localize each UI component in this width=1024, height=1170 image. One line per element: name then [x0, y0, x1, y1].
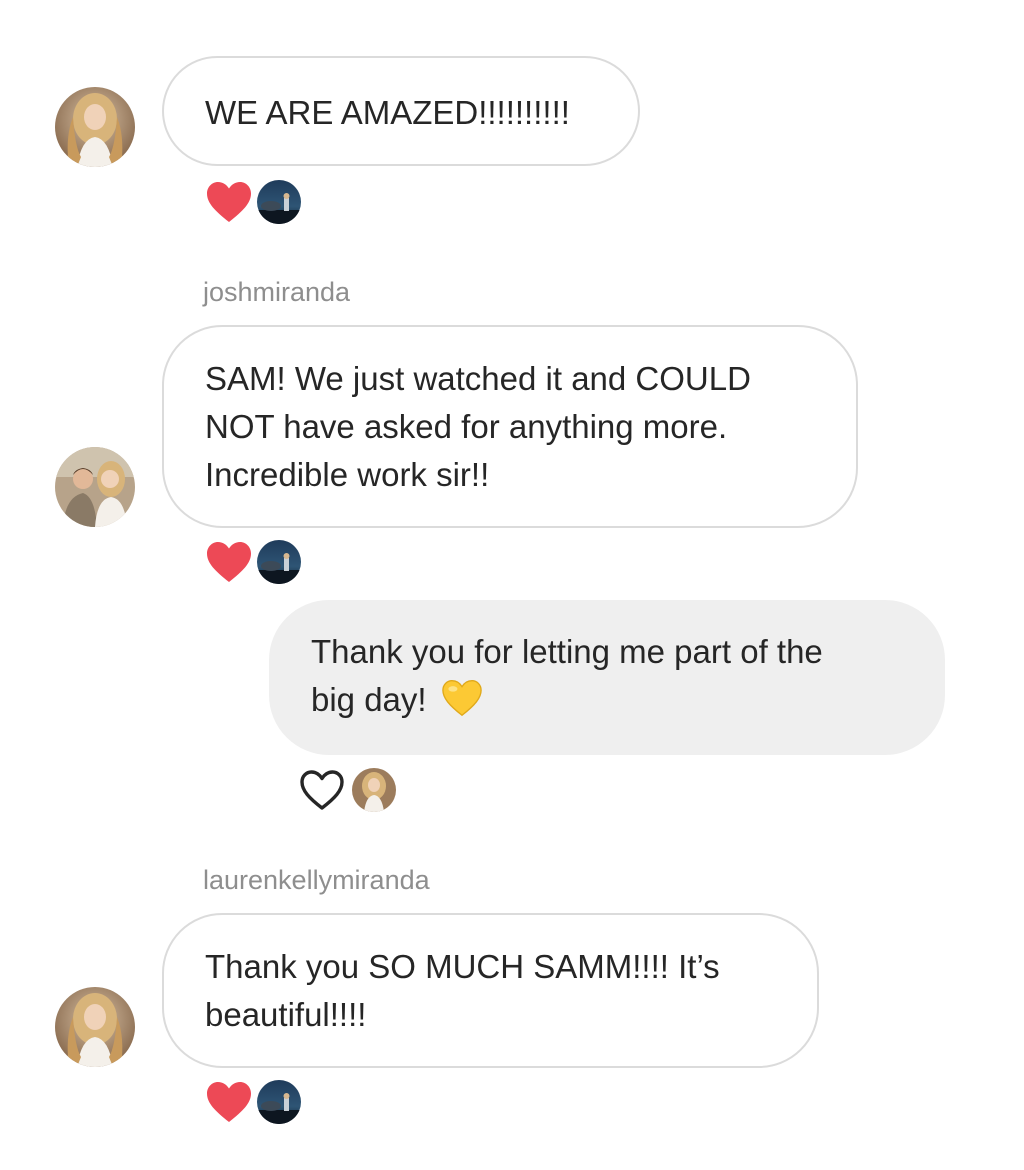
heart-filled-icon: [207, 182, 251, 222]
message-bubble[interactable]: SAM! We just watched it and COULD NOT ha…: [162, 325, 858, 528]
reactor-avatar: [257, 540, 301, 584]
message-reactions[interactable]: [205, 538, 305, 586]
sender-avatar-couple[interactable]: [55, 447, 135, 527]
heart-outline-icon: [300, 770, 344, 810]
message-text-line: NOT have asked for anything more.: [205, 408, 728, 445]
message-text-line: Thank you for letting me part of the: [311, 633, 823, 670]
message-text-line: SAM! We just watched it and COULD: [205, 360, 751, 397]
reactor-avatar: [352, 768, 396, 812]
message-text-line: big day!: [311, 676, 945, 724]
heart-filled-icon: [207, 542, 251, 582]
message-reactions[interactable]: [205, 1078, 305, 1126]
message-text-line: Incredible work sir!!: [205, 456, 490, 493]
sender-username: laurenkellymiranda: [203, 865, 430, 895]
sender-username: joshmiranda: [203, 277, 351, 307]
message-reactions[interactable]: [298, 766, 398, 814]
sender-avatar-bride[interactable]: [55, 87, 135, 167]
message-reactions[interactable]: [205, 178, 305, 226]
reactor-avatar: [257, 180, 301, 224]
message-text-line: beautiful!!!!: [205, 996, 367, 1033]
message-bubble[interactable]: Thank you SO MUCH SAMM!!!! It’s beautifu…: [162, 913, 819, 1068]
message-bubble[interactable]: WE ARE AMAZED!!!!!!!!!!: [162, 56, 640, 166]
message-text-line: Thank you SO MUCH SAMM!!!! It’s: [205, 948, 720, 985]
sender-avatar-bride[interactable]: [55, 987, 135, 1067]
outgoing-message-bubble[interactable]: Thank you for letting me part of the big…: [269, 600, 945, 755]
heart-filled-icon: [207, 1082, 251, 1122]
message-text: WE ARE AMAZED!!!!!!!!!!: [205, 94, 570, 131]
reactor-avatar: [257, 1080, 301, 1124]
yellow-heart-icon: [441, 680, 482, 717]
